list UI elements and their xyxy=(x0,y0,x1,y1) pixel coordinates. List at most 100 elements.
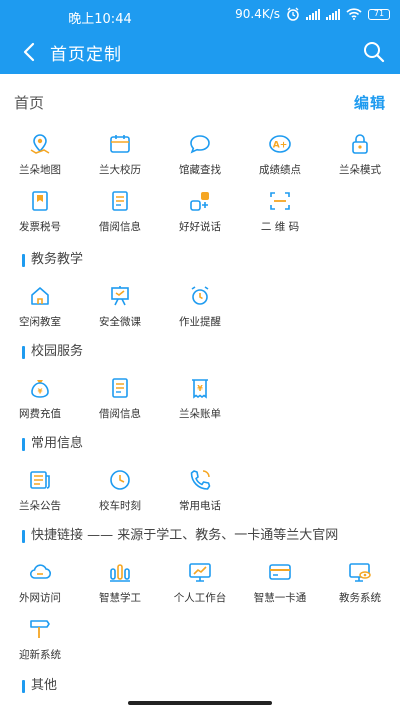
home-item-label: 好好说话 xyxy=(179,221,221,233)
book-icon xyxy=(112,191,128,211)
section-item-label: 外网访问 xyxy=(19,592,61,604)
section-item[interactable]: 校车时刻 xyxy=(80,466,160,523)
home-indicator[interactable] xyxy=(128,701,272,705)
home-item[interactable]: 发票税号 xyxy=(0,187,80,244)
bookmark-icon xyxy=(32,191,48,211)
section-item[interactable]: 智慧学工 xyxy=(80,558,160,615)
back-arrow-icon[interactable] xyxy=(16,38,44,66)
section-item[interactable]: 智慧一卡通 xyxy=(240,558,320,615)
section-item-label: 兰朵账单 xyxy=(179,408,221,420)
signpost-icon xyxy=(30,620,50,638)
svg-text:¥: ¥ xyxy=(197,384,203,393)
section-item[interactable]: 迎新系统 xyxy=(0,615,80,672)
lock-icon xyxy=(352,134,368,154)
svg-text:A+: A+ xyxy=(273,141,288,151)
section-header: 常用信息 xyxy=(22,434,83,454)
calendar-icon xyxy=(110,135,130,153)
clock-icon xyxy=(110,470,130,490)
section-item[interactable]: 借阅信息 xyxy=(80,374,160,431)
section-item-label: 常用电话 xyxy=(179,500,221,512)
home-header: 首页 编辑 xyxy=(14,92,386,116)
status-time: 晚上10:44 xyxy=(68,12,132,27)
home-label: 首页 xyxy=(14,94,45,112)
section-item-label: 网费充值 xyxy=(19,408,61,420)
section-header: 教务教学 xyxy=(22,250,83,270)
home-item[interactable]: 好好说话 xyxy=(160,187,240,244)
scan-icon xyxy=(270,192,290,210)
home-item[interactable]: A+ 成绩绩点 xyxy=(240,130,320,187)
signal-icon-2 xyxy=(326,8,340,20)
section-header: 快捷链接 —— 来源于学工、教务、一卡通等兰大官网 xyxy=(22,526,338,546)
section-item[interactable]: ¥ 网费充值 xyxy=(0,374,80,431)
alarm-status-icon xyxy=(287,7,299,21)
section-item[interactable]: ¥ 兰朵账单 xyxy=(160,374,240,431)
content: 首页 编辑 兰朵地图 兰大校历 馆藏查找 A+ 成绩绩点 兰朵模式 发票税号 借阅信息 好好说话… xyxy=(0,74,400,711)
search-icon[interactable] xyxy=(360,38,388,66)
home-item-label: 兰朵模式 xyxy=(339,164,381,176)
book-icon xyxy=(112,378,128,398)
card-icon xyxy=(269,564,291,580)
home-item-label: 兰朵地图 xyxy=(19,164,61,176)
network-speed: 90.4K/s xyxy=(235,7,280,21)
section-header: 其他 xyxy=(22,676,57,696)
home-item-label: 成绩绩点 xyxy=(259,164,301,176)
status-bar: 晚上10:44 90.4K/s 71 xyxy=(0,0,400,30)
phone-icon xyxy=(190,470,211,490)
home-item-label: 兰大校历 xyxy=(99,164,141,176)
page-title: 首页定制 xyxy=(50,45,122,65)
section-grid: 外网访问 智慧学工 个人工作台 智慧一卡通 教务系统迎新系统 xyxy=(0,558,400,672)
edit-button[interactable]: 编辑 xyxy=(354,92,386,113)
home-item-label: 馆藏查找 xyxy=(179,164,221,176)
house-icon xyxy=(31,287,49,305)
monitor-eye-icon xyxy=(349,563,371,582)
status-indicators: 90.4K/s 71 xyxy=(235,7,390,21)
alarm-clock-icon xyxy=(191,286,209,305)
section-item-label: 兰朵公告 xyxy=(19,500,61,512)
receipt-icon: ¥ xyxy=(192,379,208,399)
section-grid: ¥ 网费充值 借阅信息 ¥ 兰朵账单 xyxy=(0,374,400,431)
signal-icon xyxy=(306,8,320,20)
section-item-label: 智慧一卡通 xyxy=(253,592,307,604)
home-item[interactable]: 兰朵模式 xyxy=(320,130,400,187)
home-item[interactable]: 二 维 码 xyxy=(240,187,320,244)
section-item-label: 智慧学工 xyxy=(99,592,141,604)
home-item[interactable]: 兰朵地图 xyxy=(0,130,80,187)
home-grid: 兰朵地图 兰大校历 馆藏查找 A+ 成绩绩点 兰朵模式发票税号 借阅信息 好好说话 二 维 码 xyxy=(0,130,400,244)
section-item[interactable]: 外网访问 xyxy=(0,558,80,615)
bar-chart-icon xyxy=(110,564,130,582)
section-item[interactable]: 常用电话 xyxy=(160,466,240,523)
home-item-label: 发票税号 xyxy=(19,221,61,233)
section-header: 校园服务 xyxy=(22,342,83,362)
monitor-chart-icon xyxy=(189,563,211,582)
svg-text:¥: ¥ xyxy=(38,388,43,396)
money-bag-icon: ¥ xyxy=(31,380,49,398)
section-item-label: 校车时刻 xyxy=(99,500,141,512)
section-item-label: 迎新系统 xyxy=(19,649,61,661)
battery-icon: 71 xyxy=(368,8,390,20)
home-item[interactable]: 借阅信息 xyxy=(80,187,160,244)
section-item[interactable]: 空闲教室 xyxy=(0,282,80,339)
section-item-label: 空闲教室 xyxy=(19,316,61,328)
section-item-label: 借阅信息 xyxy=(99,408,141,420)
wifi-icon xyxy=(346,8,362,20)
home-item-label: 借阅信息 xyxy=(99,221,141,233)
home-item-label: 二 维 码 xyxy=(260,221,300,233)
section-item[interactable]: 个人工作台 xyxy=(160,558,240,615)
home-item[interactable]: 馆藏查找 xyxy=(160,130,240,187)
section-grid: 兰朵公告 校车时刻 常用电话 xyxy=(0,466,400,523)
app-bar: 首页定制 xyxy=(0,30,400,74)
chat-bubble-icon xyxy=(190,135,210,154)
section-item-label: 教务系统 xyxy=(339,592,381,604)
section-item[interactable]: 安全微课 xyxy=(80,282,160,339)
grade-a-plus-icon: A+ xyxy=(269,135,291,153)
section-item[interactable]: 作业提醒 xyxy=(160,282,240,339)
section-item-label: 作业提醒 xyxy=(179,316,221,328)
section-item-label: 个人工作台 xyxy=(173,592,227,604)
section-item-label: 安全微课 xyxy=(99,316,141,328)
cloud-icon xyxy=(29,564,52,579)
shapes-icon xyxy=(190,192,209,211)
home-item[interactable]: 兰大校历 xyxy=(80,130,160,187)
section-item[interactable]: 教务系统 xyxy=(320,558,400,615)
section-item[interactable]: 兰朵公告 xyxy=(0,466,80,523)
section-grid: 空闲教室 安全微课 作业提醒 xyxy=(0,282,400,339)
